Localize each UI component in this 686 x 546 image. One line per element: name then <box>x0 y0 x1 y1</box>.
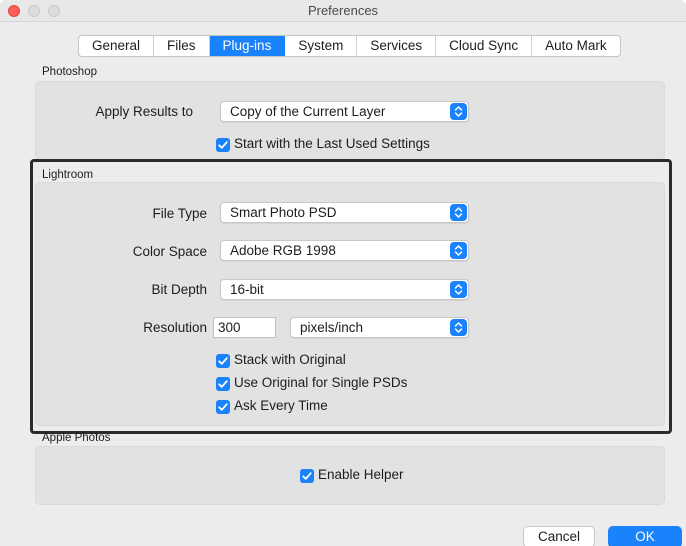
bit-depth-popup[interactable]: 16-bit <box>220 279 469 300</box>
cancel-button[interactable]: Cancel <box>523 526 595 546</box>
photoshop-section-label: Photoshop <box>42 66 97 78</box>
tab-cloud-sync[interactable]: Cloud Sync <box>436 36 533 56</box>
up-down-chevron-icon <box>450 204 467 221</box>
title-bar[interactable]: Preferences <box>0 0 686 22</box>
start-last-used-label: Start with the Last Used Settings <box>234 136 430 151</box>
resolution-unit-value: pixels/inch <box>300 320 364 335</box>
color-space-value: Adobe RGB 1998 <box>230 243 336 258</box>
apply-results-value: Copy of the Current Layer <box>230 104 386 119</box>
tab-bar: General Files Plug-ins System Services C… <box>78 35 621 57</box>
checkmark-icon <box>300 469 314 483</box>
file-type-value: Smart Photo PSD <box>230 205 337 220</box>
up-down-chevron-icon <box>450 281 467 298</box>
tab-system[interactable]: System <box>285 36 358 56</box>
up-down-chevron-icon <box>450 242 467 259</box>
ask-every-time-label: Ask Every Time <box>234 398 328 413</box>
resolution-input[interactable] <box>213 317 276 338</box>
resolution-label: Resolution <box>143 320 207 335</box>
enable-helper-label: Enable Helper <box>318 467 404 482</box>
file-type-label: File Type <box>152 206 207 221</box>
bit-depth-value: 16-bit <box>230 282 264 297</box>
tab-auto-mark[interactable]: Auto Mark <box>532 36 620 56</box>
window-title: Preferences <box>307 3 379 18</box>
preferences-window: Preferences General Files Plug-ins Syste… <box>0 0 686 546</box>
use-original-label: Use Original for Single PSDs <box>234 375 408 390</box>
color-space-popup[interactable]: Adobe RGB 1998 <box>220 240 469 261</box>
resolution-unit-popup[interactable]: pixels/inch <box>290 317 469 338</box>
apply-results-popup[interactable]: Copy of the Current Layer <box>220 101 469 122</box>
checkmark-icon <box>216 138 230 152</box>
up-down-chevron-icon <box>450 319 467 336</box>
bit-depth-label: Bit Depth <box>151 282 207 297</box>
tab-services[interactable]: Services <box>357 36 437 56</box>
color-space-label: Color Space <box>132 244 207 259</box>
tab-general[interactable]: General <box>79 36 155 56</box>
tab-plug-ins[interactable]: Plug-ins <box>209 36 286 56</box>
lightroom-section-label: Lightroom <box>42 169 94 181</box>
checkmark-icon <box>216 400 230 414</box>
file-type-popup[interactable]: Smart Photo PSD <box>220 202 469 223</box>
ok-button[interactable]: OK <box>608 526 682 546</box>
apply-results-label: Apply Results to <box>95 104 193 119</box>
checkmark-icon <box>216 377 230 391</box>
up-down-chevron-icon <box>450 103 467 120</box>
resolution-value-field[interactable] <box>214 318 275 337</box>
apple-photos-section-label: Apple Photos <box>42 432 111 444</box>
tab-files[interactable]: Files <box>154 36 210 56</box>
stack-with-original-label: Stack with Original <box>234 352 346 367</box>
checkmark-icon <box>216 354 230 368</box>
